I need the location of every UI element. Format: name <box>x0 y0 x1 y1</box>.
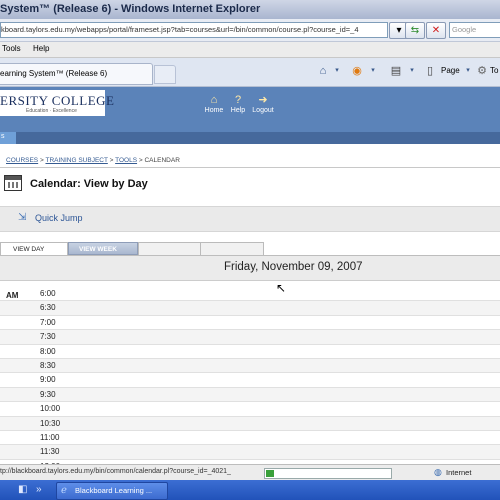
nav-tab-strip: s <box>0 132 500 144</box>
breadcrumb-separator: > <box>138 157 143 164</box>
breadcrumb-tools[interactable]: TOOLS <box>115 157 137 164</box>
browser-tab-label: earning System™ (Release 6) <box>0 69 108 78</box>
breadcrumb-calendar: CALENDAR <box>144 157 180 164</box>
page-icon[interactable]: ▯ <box>423 65 437 77</box>
time-slot[interactable]: 8:00 <box>0 345 500 359</box>
logo-tagline: Education · Excellence <box>26 108 77 114</box>
globe-icon: ◍ <box>434 467 442 477</box>
browser-tab[interactable]: earning System™ (Release 6) <box>0 63 153 85</box>
page-load-progress <box>264 468 392 479</box>
status-bar: tp://blackboard.taylors.edu.my/bin/commo… <box>0 464 500 481</box>
browser-tab-row: earning System™ (Release 6) ⌂ ▾ ◉ ▾ ▤ ▾ … <box>0 58 500 87</box>
dropdown-icon[interactable]: ▾ <box>405 65 419 77</box>
quick-jump-bar: ⇲ Quick Jump <box>0 206 500 232</box>
time-label: 7:30 <box>40 332 56 342</box>
search-input[interactable]: Google <box>449 22 500 38</box>
window-title-bar: System™ (Release 6) - Windows Internet E… <box>0 0 500 19</box>
day-header: Friday, November 09, 2007 <box>0 256 500 281</box>
page-header: ERSITY COLLEGE Education · Excellence ⌂ … <box>0 87 500 144</box>
time-label: 6:30 <box>40 303 56 313</box>
time-slots: 6:00 6:30 7:00 7:30 8:00 8:30 9:00 9:30 10:00 10:… <box>0 287 500 464</box>
feeds-icon[interactable]: ◉ <box>350 65 364 77</box>
quick-jump-icon[interactable]: ⇲ <box>18 212 32 224</box>
home-icon: ⌂ <box>210 94 218 106</box>
time-label: 9:30 <box>40 389 56 399</box>
window-title: System™ (Release 6) - Windows Internet E… <box>0 3 261 15</box>
logout-icon: ➜ <box>258 94 268 106</box>
logout-button[interactable]: ➜ Logout <box>250 94 276 114</box>
menu-bar: Tools Help <box>0 42 500 58</box>
status-url: tp://blackboard.taylors.edu.my/bin/commo… <box>0 468 231 475</box>
stop-icon[interactable]: ✕ <box>426 22 446 39</box>
time-label: 10:30 <box>40 418 61 428</box>
tab-blank[interactable] <box>138 242 202 256</box>
time-slot[interactable]: 7:00 <box>0 316 500 331</box>
new-tab-button[interactable] <box>154 65 176 84</box>
taskbar-window-label: Blackboard Learning ... <box>75 486 153 495</box>
address-input[interactable]: kboard.taylors.edu.my/webapps/portal/fra… <box>0 22 388 38</box>
quick-jump-link[interactable]: Quick Jump <box>35 213 83 223</box>
time-label: 11:30 <box>40 447 60 457</box>
breadcrumb-courses[interactable]: COURSES <box>6 157 38 164</box>
time-slot[interactable]: 9:00 <box>0 373 500 388</box>
time-label: 8:00 <box>40 346 56 356</box>
print-icon[interactable]: ▤ <box>389 65 403 77</box>
help-label: Help <box>230 107 246 114</box>
nav-tab-label: s <box>1 133 5 140</box>
calendar-date: Friday, November 09, 2007 <box>224 261 363 273</box>
time-slot[interactable]: 6:00 <box>0 287 500 302</box>
dropdown-icon[interactable]: ▾ <box>330 65 344 77</box>
breadcrumb-training-subject[interactable]: TRAINING SUBJECT <box>45 157 107 164</box>
time-slot[interactable]: 6:30 <box>0 301 500 316</box>
time-label: 10:00 <box>40 404 61 414</box>
logout-label: Logout <box>252 107 274 114</box>
page-title: Calendar: View by Day <box>30 178 148 190</box>
divider <box>0 167 500 168</box>
time-slot[interactable]: 8:30 <box>0 359 500 374</box>
help-icon: ? <box>234 94 242 106</box>
refresh-icon[interactable]: ⇆ <box>405 22 425 39</box>
college-logo: ERSITY COLLEGE Education · Excellence <box>0 90 114 116</box>
nav-tab-courses[interactable]: s <box>0 132 16 144</box>
ie-icon: ℯ <box>61 485 67 496</box>
taskbar: ◧ » ℯ Blackboard Learning ... <box>0 480 500 500</box>
quick-launch-icon[interactable]: ◧ <box>18 484 27 495</box>
home-button[interactable]: ⌂ Home <box>203 94 225 114</box>
time-slot[interactable]: 11:30 <box>0 445 500 460</box>
menu-help[interactable]: Help <box>33 44 49 53</box>
help-button[interactable]: ? Help <box>227 94 249 114</box>
time-slot[interactable]: 9:30 <box>0 387 500 403</box>
time-slot[interactable]: 10:30 <box>0 416 500 431</box>
am-label: AM <box>6 291 19 300</box>
time-label: 7:00 <box>40 317 56 327</box>
time-slot[interactable]: 10:00 <box>0 402 500 417</box>
taskbar-window-button[interactable]: ℯ Blackboard Learning ... <box>56 482 168 500</box>
quick-launch-icon[interactable]: » <box>36 484 42 495</box>
breadcrumb-separator: > <box>109 157 114 164</box>
calendar-icon <box>4 175 22 191</box>
page-menu[interactable]: Page <box>441 66 460 75</box>
breadcrumb-separator: > <box>39 157 44 164</box>
time-label: 8:30 <box>40 361 56 370</box>
menu-tools[interactable]: Tools <box>2 44 21 53</box>
tab-view-day[interactable]: VIEW DAY <box>0 242 68 255</box>
logo-text: ERSITY COLLEGE <box>0 93 115 108</box>
security-zone: Internet <box>446 468 472 477</box>
address-bar-row: kboard.taylors.edu.my/webapps/portal/fra… <box>0 19 500 42</box>
time-slot[interactable]: 11:00 <box>0 431 500 446</box>
time-label: 6:00 <box>40 289 56 298</box>
tools-menu[interactable]: To <box>490 66 498 75</box>
time-slot[interactable]: 7:30 <box>0 330 500 345</box>
tab-blank[interactable] <box>200 242 264 256</box>
gear-icon[interactable]: ⚙ <box>475 65 489 77</box>
home-icon[interactable]: ⌂ <box>316 65 330 77</box>
tab-view-week[interactable]: VIEW WEEK <box>68 242 138 255</box>
home-label: Home <box>204 107 224 114</box>
dropdown-icon[interactable]: ▾ <box>461 65 475 77</box>
breadcrumb: COURSES > TRAINING SUBJECT > TOOLS > CAL… <box>6 157 180 164</box>
time-label: 9:00 <box>40 375 56 385</box>
dropdown-icon[interactable]: ▾ <box>366 65 380 77</box>
mouse-cursor-icon: ↖ <box>276 281 287 295</box>
time-label: 11:00 <box>40 433 60 442</box>
